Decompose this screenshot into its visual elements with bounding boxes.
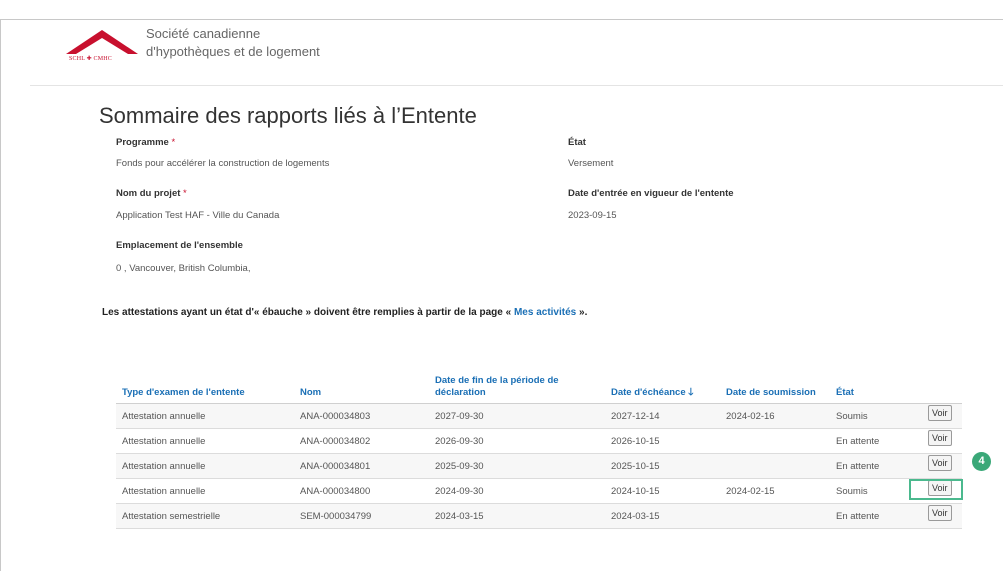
- table-row: Attestation semestrielle SEM-000034799 2…: [116, 503, 962, 529]
- cell-type: Attestation annuelle: [116, 478, 294, 504]
- cell-type: Attestation annuelle: [116, 453, 294, 479]
- location-value: 0 , Vancouver, British Columbia,: [116, 263, 251, 274]
- drafts-notice: Les attestations ayant un état d'« ébauc…: [102, 307, 588, 318]
- project-label: Nom du projet *: [116, 188, 187, 199]
- cell-due-date: 2025-10-15: [605, 453, 720, 479]
- state-value: Versement: [568, 158, 614, 169]
- cell-name: SEM-000034799: [294, 503, 429, 529]
- view-button[interactable]: Voir: [928, 505, 952, 521]
- cell-name: ANA-000034800: [294, 478, 429, 504]
- cell-actions: Voir: [922, 453, 962, 479]
- cell-submission-date: 2024-02-15: [720, 478, 830, 504]
- window-left-border: [0, 20, 1, 571]
- cell-type: Attestation semestrielle: [116, 503, 294, 529]
- header-divider: [30, 85, 1003, 86]
- cell-type: Attestation annuelle: [116, 403, 294, 429]
- cell-name: ANA-000034803: [294, 403, 429, 429]
- project-value: Application Test HAF - Ville du Canada: [116, 210, 280, 221]
- state-label: État: [568, 137, 586, 148]
- effective-date-value: 2023-09-15: [568, 210, 617, 221]
- column-header-due-date[interactable]: Date d'échéance 🡓: [605, 367, 720, 404]
- cell-actions: Voir: [922, 428, 962, 454]
- step-number-badge: 4: [972, 452, 991, 471]
- view-button-highlight: [909, 479, 963, 500]
- view-button[interactable]: Voir: [928, 430, 952, 446]
- cell-period-end: 2027-09-30: [429, 403, 605, 429]
- table-row: Attestation annuelle ANA-000034800 2024-…: [116, 478, 962, 504]
- cell-due-date: 2024-10-15: [605, 478, 720, 504]
- column-header-actions: [922, 367, 962, 404]
- logo-name-line1: Société canadienne: [146, 26, 261, 41]
- column-header-submission-date[interactable]: Date de soumission: [720, 367, 830, 404]
- cell-type: Attestation annuelle: [116, 428, 294, 454]
- program-value: Fonds pour accélérer la construction de …: [116, 158, 330, 169]
- cell-actions: Voir: [922, 503, 962, 529]
- cell-name: ANA-000034802: [294, 428, 429, 454]
- logo-abbreviation: SCHL ✚ CMHC: [69, 56, 113, 62]
- table-row: Attestation annuelle ANA-000034803 2027-…: [116, 403, 962, 429]
- page-title: Sommaire des rapports liés à l’Entente: [99, 103, 477, 128]
- cell-state: En attente: [830, 428, 922, 454]
- reports-table: Type d'examen de l'entente Nom Date de f…: [116, 367, 962, 529]
- cell-name: ANA-000034801: [294, 453, 429, 479]
- cell-state: En attente: [830, 453, 922, 479]
- cmhc-logo[interactable]: SCHL ✚ CMHC Société canadienne d'hypothè…: [66, 26, 326, 70]
- cell-period-end: 2024-03-15: [429, 503, 605, 529]
- cell-period-end: 2024-09-30: [429, 478, 605, 504]
- cell-submission-date: 2024-02-16: [720, 403, 830, 429]
- table-row: Attestation annuelle ANA-000034801 2025-…: [116, 453, 962, 479]
- column-header-period-end[interactable]: Date de fin de la période de déclaration: [429, 367, 605, 404]
- cell-actions: Voir: [922, 403, 962, 429]
- my-activities-link[interactable]: Mes activités: [514, 307, 576, 318]
- cell-submission-date: [720, 453, 830, 479]
- cell-period-end: 2025-09-30: [429, 453, 605, 479]
- column-header-type[interactable]: Type d'examen de l'entente: [116, 367, 294, 404]
- table-header-row: Type d'examen de l'entente Nom Date de f…: [116, 367, 962, 404]
- logo-name-line2: d'hypothèques et de logement: [146, 44, 320, 59]
- cell-submission-date: [720, 428, 830, 454]
- table-row: Attestation annuelle ANA-000034802 2026-…: [116, 428, 962, 454]
- location-label: Emplacement de l'ensemble: [116, 240, 243, 251]
- program-label: Programme *: [116, 137, 176, 148]
- arrow-down-icon: 🡓: [688, 387, 694, 398]
- view-button[interactable]: Voir: [928, 405, 952, 421]
- cell-due-date: 2027-12-14: [605, 403, 720, 429]
- column-header-state[interactable]: État: [830, 367, 922, 404]
- column-header-name[interactable]: Nom: [294, 367, 429, 404]
- cell-submission-date: [720, 503, 830, 529]
- view-button[interactable]: Voir: [928, 455, 952, 471]
- cell-state: En attente: [830, 503, 922, 529]
- cell-state: Soumis: [830, 403, 922, 429]
- cell-period-end: 2026-09-30: [429, 428, 605, 454]
- effective-date-label: Date d'entrée en vigueur de l'entente: [568, 188, 734, 199]
- window-top-border: [0, 19, 1003, 20]
- cell-due-date: 2026-10-15: [605, 428, 720, 454]
- cell-due-date: 2024-03-15: [605, 503, 720, 529]
